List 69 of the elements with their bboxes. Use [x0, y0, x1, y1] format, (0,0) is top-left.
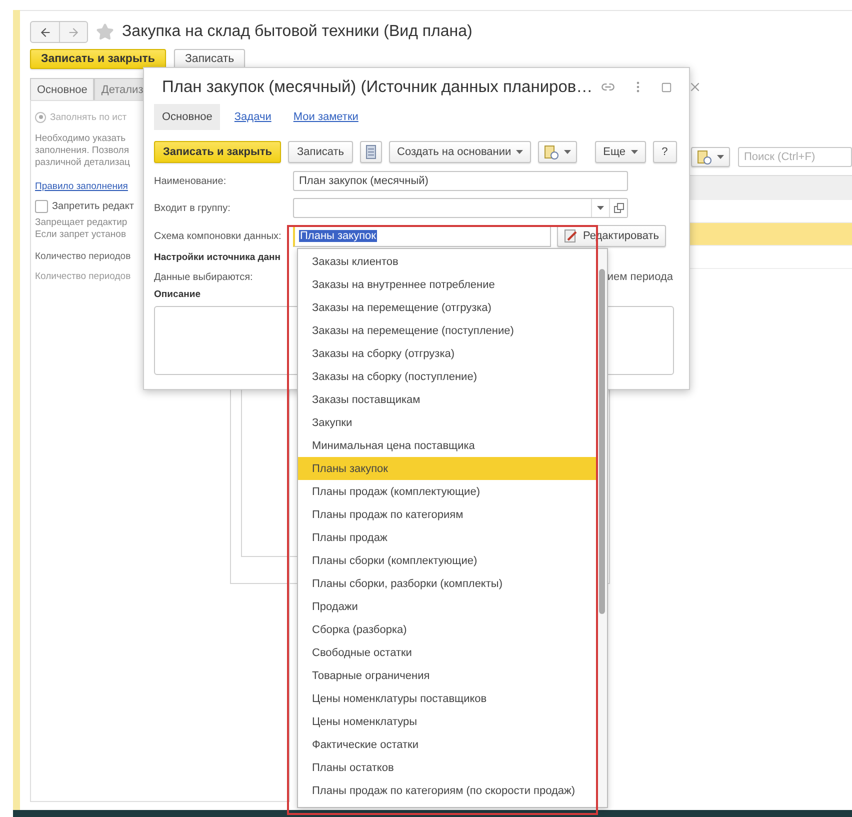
dropdown-item[interactable]: Планы продаж [298, 526, 597, 549]
field-value: ием периода [607, 271, 673, 283]
maximize-icon[interactable] [660, 82, 672, 92]
report-menu-button[interactable] [538, 141, 578, 163]
dropdown-item[interactable]: Свободные остатки [298, 641, 597, 664]
dropdown-item[interactable]: Продажи [298, 595, 597, 618]
dropdown-item[interactable]: Товарные ограничения [298, 664, 597, 687]
forward-arrow-icon [67, 26, 80, 38]
field-label: Количество периодов [35, 271, 131, 282]
name-field[interactable]: План закупок (месячный) [293, 171, 628, 191]
dropdown-item[interactable]: Планы продаж по категориям (по скорости продаж) [298, 779, 597, 802]
field-label: Входит в группу: [154, 202, 232, 214]
section-heading: Настройки источника данн [154, 252, 281, 263]
field-label: Количество периодов [35, 251, 131, 262]
dropdown-item[interactable]: Планы продаж (комплектующие) [298, 480, 597, 503]
save-and-close-button[interactable]: Записать и закрыть [154, 141, 282, 163]
document-icon [366, 145, 376, 159]
document-button[interactable] [360, 141, 382, 163]
report-icon [697, 150, 712, 164]
open-button[interactable] [609, 199, 627, 217]
window-title: Закупка на склад бытовой техники (Вид плана) [122, 23, 472, 41]
save-button[interactable]: Записать [174, 49, 246, 69]
field-label: Схема компоновки данных: [154, 230, 282, 242]
hint-text: различной детализац [35, 157, 130, 169]
field-label: Наименование: [154, 176, 228, 186]
report-menu-button[interactable] [691, 147, 730, 167]
caret-icon [717, 155, 724, 159]
tab[interactable]: Задачи [226, 104, 280, 130]
caret-icon [597, 206, 604, 210]
group-field[interactable] [293, 198, 628, 218]
dropdown-item[interactable]: Планы сборки (комплектующие) [298, 549, 597, 572]
hint-text: Если запрет установ [35, 229, 126, 241]
lock-checkbox[interactable]: Запретить редакт [35, 200, 134, 213]
hint-text: заполнения. Позволя [35, 145, 129, 157]
tab[interactable]: Основное [30, 78, 94, 100]
menu-button[interactable]: Создать на основании [389, 141, 532, 163]
tab[interactable]: Мои заметки [285, 104, 366, 130]
dropdown-item[interactable]: Цены номенклатуры [298, 710, 597, 733]
open-window-icon [614, 203, 624, 213]
dropdown-item[interactable]: Закупки [298, 411, 597, 434]
dropdown-item[interactable]: Цены номенклатуры поставщиков [298, 687, 597, 710]
selected-value: Планы закупок [299, 230, 377, 242]
star-icon[interactable] [96, 23, 114, 41]
dropdown-item[interactable]: Сборка (разборка) [298, 618, 597, 641]
search-field[interactable]: Поиск (Ctrl+F) [738, 147, 852, 167]
dropdown-item[interactable]: Планы сборки, разборки (комплекты) [298, 572, 597, 595]
section-heading: Описание [154, 289, 201, 300]
hint-text: Запрещает редактир [35, 217, 128, 229]
hint-text: Необходимо указать [35, 133, 126, 145]
toolbar-button[interactable]: Записать [288, 141, 354, 163]
menu-button[interactable]: Еще [595, 141, 646, 163]
dropdown-item[interactable]: Минимальная цена поставщика [298, 434, 597, 457]
dropdown-item[interactable]: Планы продаж по категориям [298, 503, 597, 526]
scrollbar[interactable] [597, 249, 607, 807]
toolbar-button[interactable]: ? [652, 141, 677, 163]
caret-icon [564, 150, 572, 154]
caret-icon [516, 150, 524, 154]
back-arrow-icon [38, 26, 52, 38]
pencil-icon [564, 229, 578, 243]
save-and-close-button[interactable]: Записать и закрыть [30, 49, 166, 69]
dialog-title: План закупок (месячный) (Источник данных планиров… [162, 78, 593, 96]
fill-rule-link[interactable]: Правило заполнения [35, 181, 128, 192]
caret-icon [630, 150, 638, 154]
dropdown-item[interactable]: Планы остатков [298, 756, 597, 779]
dropdown-item[interactable]: Фактические остатки [298, 733, 597, 756]
field-label: Данные выбираются: [154, 272, 254, 282]
tab[interactable]: Основное [154, 104, 220, 130]
report-icon [544, 144, 560, 160]
dropdown-item[interactable]: Планы закупок [298, 457, 597, 480]
